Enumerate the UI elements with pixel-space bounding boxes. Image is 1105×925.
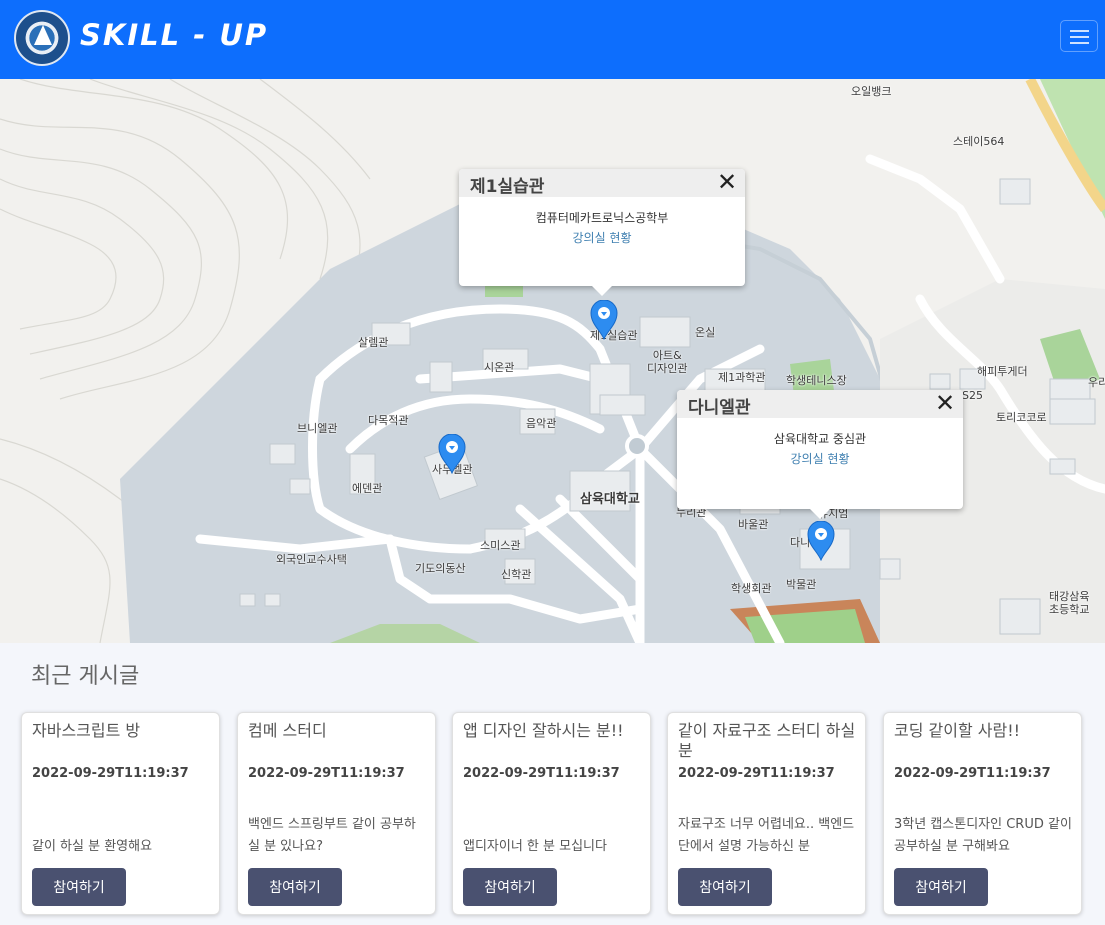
info-window-title: 제1실습관 <box>470 177 545 197</box>
map-marker-icon[interactable] <box>807 521 835 561</box>
post-date: 2022-09-29T11:19:37 <box>32 766 189 781</box>
map-label-barul: 바울관 <box>738 518 769 531</box>
map-label-smith: 스미스관 <box>480 539 521 552</box>
map-label-tennis: 학생테니스장 <box>786 374 847 387</box>
close-icon[interactable]: ✕ <box>715 170 739 195</box>
map-label-s25: S25 <box>962 389 983 402</box>
post-title: 앱 디자인 잘하시는 분!! <box>463 721 624 740</box>
map-label-tori: 토리코코로 <box>996 411 1047 424</box>
post-card: 컴메 스터디 2022-09-29T11:19:37 백엔드 스프링부트 같이 … <box>237 712 436 915</box>
post-card: 앱 디자인 잘하시는 분!! 2022-09-29T11:19:37 앱디자이너… <box>452 712 651 915</box>
map-label-onsil: 온실 <box>695 326 716 339</box>
post-date: 2022-09-29T11:19:37 <box>248 766 405 781</box>
post-card: 코딩 같이할 사람!! 2022-09-29T11:19:37 3학년 캡스톤디… <box>883 712 1082 915</box>
post-date: 2022-09-29T11:19:37 <box>678 766 835 781</box>
post-date: 2022-09-29T11:19:37 <box>463 766 620 781</box>
map-label-art: 아트& 디자인관 <box>647 349 688 375</box>
post-content: 3학년 캡스톤디자인 CRUD 같이 공부하실 분 구해봐요 <box>894 817 1072 854</box>
post-title: 자바스크립트 방 <box>32 721 141 740</box>
post-title: 같이 자료구조 스터디 하실 분 <box>678 721 856 760</box>
map-label-happy: 해피투게더 <box>977 365 1028 378</box>
post-card: 자바스크립트 방 2022-09-29T11:19:37 같이 하실 분 환영해… <box>21 712 220 915</box>
post-title: 컴메 스터디 <box>248 721 327 740</box>
campus-map[interactable]: 오일뱅크 스테이564 살렘관 시온관 온실 아트& 디자인관 제1과학관 학생… <box>0 79 1105 643</box>
map-label-damok: 다목적관 <box>368 414 409 427</box>
post-content: 같이 하실 분 환영해요 <box>32 839 153 854</box>
map-label-bni: 브니엘관 <box>297 422 338 435</box>
post-content: 자료구조 너무 어렵네요.. 백엔드 단에서 설명 가능하신 분 <box>678 817 855 854</box>
join-button[interactable]: 참여하기 <box>678 868 772 906</box>
map-marker-icon[interactable] <box>438 434 466 474</box>
info-window-header: 제1실습관 ✕ <box>459 169 745 197</box>
post-content: 백엔드 스프링부트 같이 공부하실 분 있나요? <box>248 817 416 854</box>
close-icon[interactable]: ✕ <box>933 391 957 416</box>
map-label-eden: 에덴관 <box>352 482 383 495</box>
post-date: 2022-09-29T11:19:37 <box>894 766 1051 781</box>
map-label-urila: 우리 <box>1088 376 1105 389</box>
info-window-title: 다니엘관 <box>688 398 751 418</box>
map-label-shinhak: 신학관 <box>501 568 532 581</box>
post-card: 같이 자료구조 스터디 하실 분 2022-09-29T11:19:37 자료구… <box>667 712 866 915</box>
info-window-dani: 다니엘관 ✕ 삼육대학교 중심관 강의실 현황 <box>677 390 963 519</box>
map-label-taegang: 태강삼육 초등학교 <box>1049 590 1090 616</box>
classroom-status-link[interactable]: 강의실 현황 <box>677 450 963 467</box>
join-button[interactable]: 참여하기 <box>32 868 126 906</box>
map-label-salem: 살렘관 <box>358 336 389 349</box>
map-label-foreign: 외국인교수사택 <box>276 553 347 566</box>
university-logo[interactable] <box>14 10 70 66</box>
map-label-museum: 박물관 <box>786 578 817 591</box>
post-title: 코딩 같이할 사람!! <box>894 721 1021 740</box>
map-marker-icon[interactable] <box>590 300 618 340</box>
join-button[interactable]: 참여하기 <box>248 868 342 906</box>
info-window-sample: 제1실습관 ✕ 컴퓨터메카트로닉스공학부 강의실 현황 <box>459 169 745 296</box>
info-window-dept: 컴퓨터메카트로닉스공학부 <box>535 211 669 225</box>
map-label-sci1: 제1과학관 <box>718 371 766 384</box>
classroom-status-link[interactable]: 강의실 현황 <box>459 229 745 246</box>
info-window-dept: 삼육대학교 중심관 <box>773 432 867 446</box>
map-label-hakseng: 학생회관 <box>731 582 772 595</box>
map-label-sion: 시온관 <box>484 361 515 374</box>
hamburger-icon[interactable] <box>1060 20 1098 52</box>
map-label-univ: 삼육대학교 <box>580 492 640 507</box>
post-content: 앱디자이너 한 분 모십니다 <box>463 839 607 854</box>
join-button[interactable]: 참여하기 <box>894 868 988 906</box>
info-window-header: 다니엘관 ✕ <box>677 390 963 418</box>
map-background <box>0 79 1105 643</box>
map-label-music: 음악관 <box>526 417 557 430</box>
brand-title[interactable]: SKILL - UP <box>80 18 268 52</box>
navbar: SKILL - UP <box>0 0 1105 79</box>
map-label-steak: 스테이564 <box>953 135 1005 148</box>
section-title: 최근 게시글 <box>31 664 140 689</box>
map-label-oilbank: 오일뱅크 <box>851 85 892 98</box>
join-button[interactable]: 참여하기 <box>463 868 557 906</box>
map-label-prayer: 기도의동산 <box>415 562 466 575</box>
